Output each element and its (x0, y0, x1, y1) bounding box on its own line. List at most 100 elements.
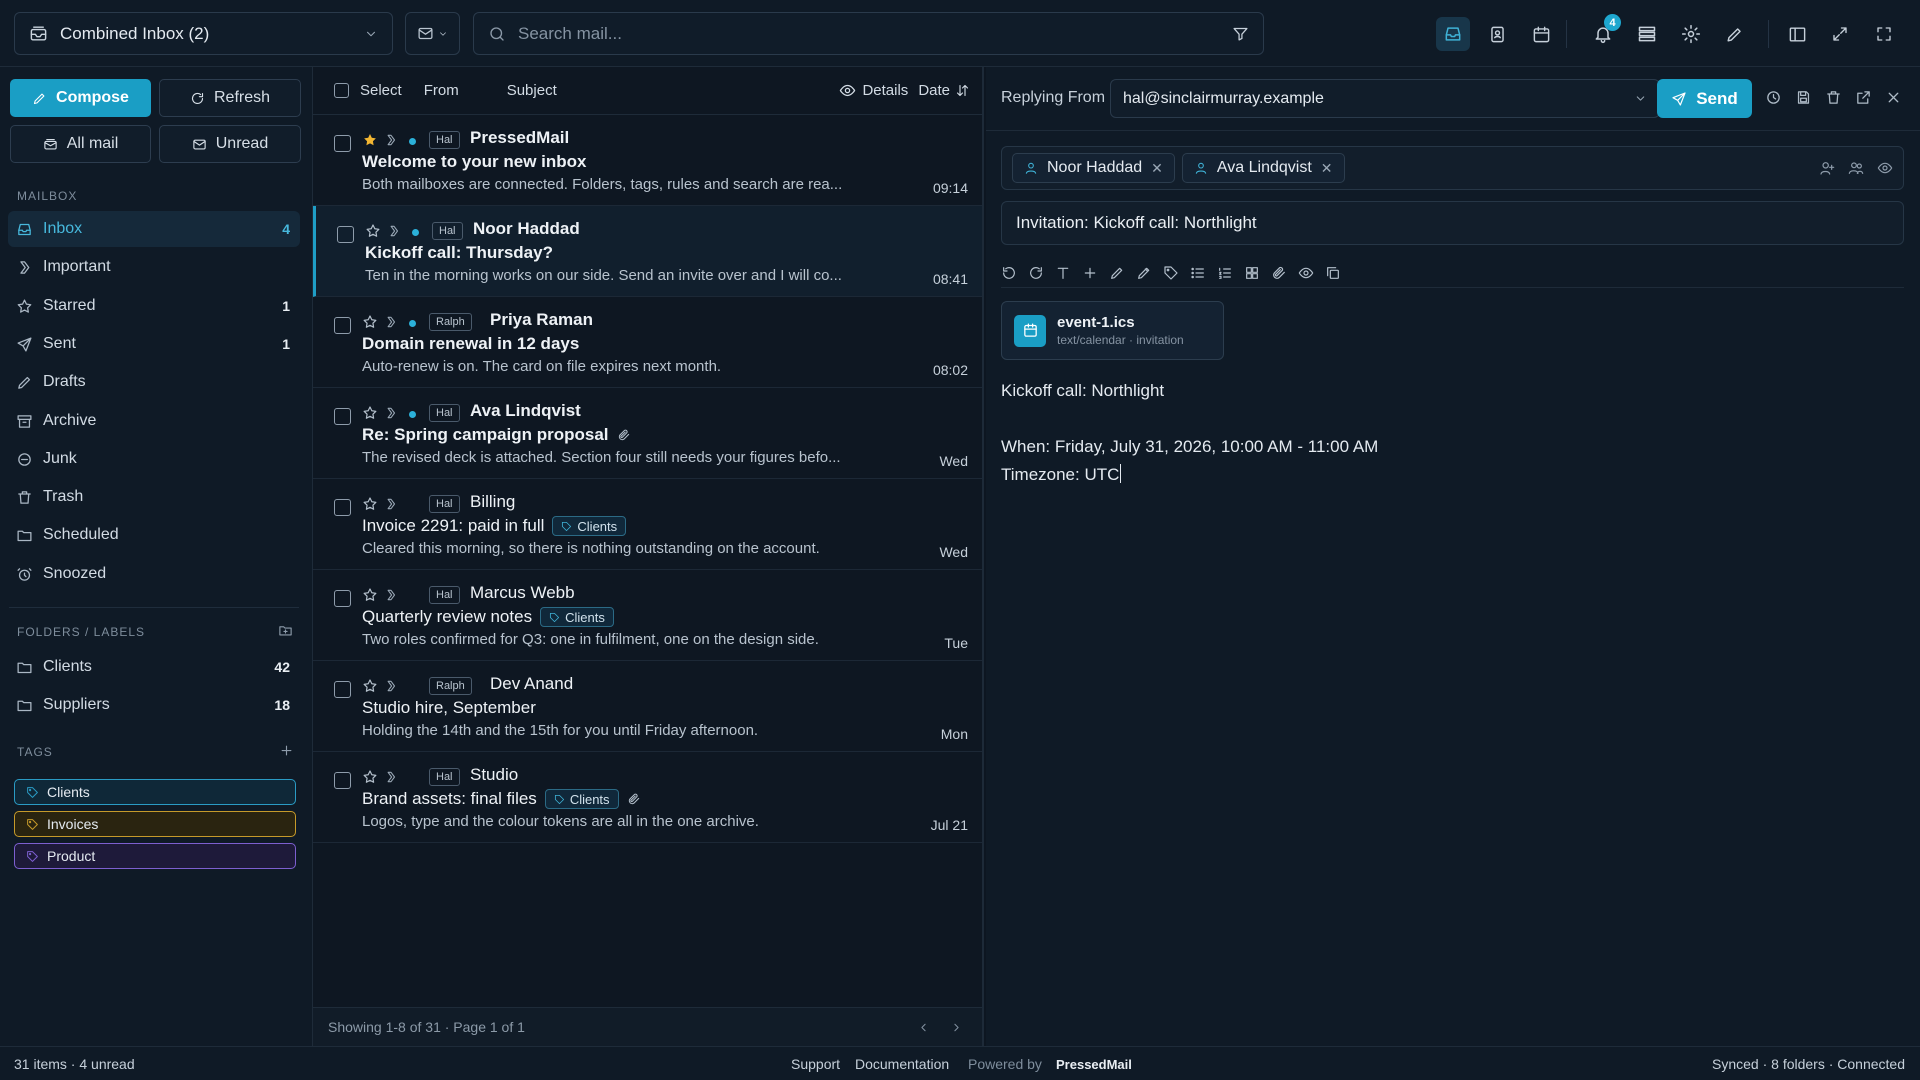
important-icon[interactable] (384, 315, 398, 329)
toggle-sidebar-button[interactable] (1780, 17, 1814, 51)
add-tag-icon[interactable] (279, 743, 294, 758)
table-row[interactable]: Hal Studio Brand assets: final files Client… (313, 752, 982, 843)
prev-page-icon[interactable] (917, 1021, 930, 1034)
discard-icon[interactable] (1825, 89, 1842, 106)
row-checkbox[interactable] (334, 135, 351, 152)
table-row[interactable]: Hal Noor Haddad Kickoff call: Thursday? Ten… (313, 206, 982, 297)
tag-clients[interactable]: Clients (14, 779, 296, 805)
all-mail-button[interactable]: All mail (10, 125, 151, 163)
from-address-select[interactable]: hal@sinclairmurray.example (1110, 79, 1660, 118)
pen-icon[interactable] (1109, 265, 1125, 281)
star-icon[interactable] (362, 314, 378, 330)
close-icon[interactable] (1885, 89, 1902, 106)
sidebar-item-drafts[interactable]: Drafts (8, 364, 300, 400)
label-chip[interactable]: Clients (544, 789, 619, 809)
highlight-icon[interactable] (1136, 265, 1152, 281)
notifications-button[interactable]: 4 (1586, 14, 1621, 51)
label-chip[interactable]: Clients (552, 516, 627, 536)
next-page-icon[interactable] (950, 1021, 963, 1034)
details-toggle[interactable]: Details (839, 82, 908, 99)
important-icon[interactable] (384, 497, 398, 511)
important-icon[interactable] (384, 406, 398, 420)
sidebar-item-starred[interactable]: Starred 1 (8, 288, 300, 324)
attachment-card[interactable]: event-1.ics text/calendar · invitation (1001, 301, 1224, 360)
row-checkbox[interactable] (334, 590, 351, 607)
star-icon[interactable] (362, 405, 378, 421)
attach-icon[interactable] (1271, 265, 1287, 281)
sidebar-item-inbox[interactable]: Inbox 4 (8, 211, 300, 247)
numbered-list-icon[interactable] (1217, 265, 1233, 281)
contacts-button[interactable] (1480, 17, 1514, 51)
layout-button[interactable] (1630, 17, 1664, 51)
new-folder-icon[interactable] (278, 623, 293, 638)
mail-type-dropdown[interactable] (405, 12, 460, 55)
redo-icon[interactable] (1028, 265, 1044, 281)
add-bcc-icon[interactable] (1848, 160, 1864, 176)
sidebar-item-snoozed[interactable]: Snoozed (8, 556, 300, 592)
filter-icon[interactable] (1232, 25, 1249, 42)
save-draft-icon[interactable] (1795, 89, 1812, 106)
text-format-icon[interactable] (1055, 265, 1071, 281)
table-row[interactable]: Hal Billing Invoice 2291: paid in full Clie… (313, 479, 982, 570)
message-body[interactable]: Kickoff call: Northlight When: Friday, J… (1001, 377, 1378, 489)
table-row[interactable]: Hal Marcus Webb Quarterly review notes Clie… (313, 570, 982, 661)
undo-icon[interactable] (1001, 265, 1017, 281)
search-input[interactable] (518, 23, 1232, 44)
row-checkbox[interactable] (334, 499, 351, 516)
recipient-chip[interactable]: Ava Lindqvist ✕ (1181, 153, 1345, 183)
calendar-button[interactable] (1524, 17, 1558, 51)
bullet-list-icon[interactable] (1190, 265, 1206, 281)
compose-button[interactable]: Compose (10, 79, 151, 117)
recipient-chip[interactable]: Noor Haddad ✕ (1012, 153, 1175, 183)
expand-button[interactable] (1823, 17, 1857, 51)
mail-view-button[interactable] (1436, 17, 1470, 51)
copy-icon[interactable] (1325, 265, 1341, 281)
brand-link[interactable]: PressedMail (1056, 1057, 1132, 1072)
plus-icon[interactable] (1082, 265, 1098, 281)
star-icon[interactable] (362, 769, 378, 785)
tag-invoices[interactable]: Invoices (14, 811, 296, 837)
support-link[interactable]: Support (791, 1056, 840, 1072)
schedule-send-icon[interactable] (1765, 89, 1782, 106)
sidebar-item-important[interactable]: Important (8, 249, 300, 285)
table-row[interactable]: Ralph Priya Raman Domain renewal in 12 day… (313, 297, 982, 388)
subject-column-header[interactable]: Subject (507, 82, 557, 99)
preview-icon[interactable] (1298, 265, 1314, 281)
table-row[interactable]: Hal Ava Lindqvist Re: Spring campaign prop… (313, 388, 982, 479)
star-icon[interactable] (362, 132, 378, 148)
row-checkbox[interactable] (334, 408, 351, 425)
sidebar-item-archive[interactable]: Archive (8, 403, 300, 439)
date-sort-toggle[interactable]: Date (918, 82, 970, 99)
sidebar-item-sent[interactable]: Sent 1 (8, 326, 300, 362)
remove-recipient-icon[interactable]: ✕ (1321, 160, 1333, 177)
important-icon[interactable] (384, 588, 398, 602)
add-cc-icon[interactable] (1819, 160, 1835, 176)
recipients-field[interactable]: Noor Haddad ✕ Ava Lindqvist ✕ (1001, 146, 1904, 190)
table-row[interactable]: Hal PressedMail Welcome to your new inbox B… (313, 115, 982, 206)
important-icon[interactable] (384, 133, 398, 147)
refresh-button[interactable]: Refresh (159, 79, 301, 117)
star-icon[interactable] (365, 223, 381, 239)
edit-button[interactable] (1717, 17, 1751, 51)
sidebar-item-suppliers-folder[interactable]: Suppliers 18 (8, 687, 300, 723)
star-icon[interactable] (362, 496, 378, 512)
tag-product[interactable]: Product (14, 843, 296, 869)
documentation-link[interactable]: Documentation (855, 1056, 949, 1072)
subject-field[interactable]: Invitation: Kickoff call: Northlight (1001, 201, 1904, 245)
row-checkbox[interactable] (334, 681, 351, 698)
important-icon[interactable] (384, 770, 398, 784)
sidebar-item-scheduled[interactable]: Scheduled (8, 517, 300, 553)
row-checkbox[interactable] (334, 772, 351, 789)
grid-icon[interactable] (1244, 265, 1260, 281)
row-checkbox[interactable] (337, 226, 354, 243)
sidebar-item-clients-folder[interactable]: Clients 42 (8, 649, 300, 685)
important-icon[interactable] (384, 679, 398, 693)
from-column-header[interactable]: From (424, 82, 459, 99)
sidebar-item-junk[interactable]: Junk (8, 441, 300, 477)
label-chip[interactable]: Clients (540, 607, 614, 627)
star-icon[interactable] (362, 587, 378, 603)
eye-icon[interactable] (1877, 160, 1893, 176)
sidebar-item-trash[interactable]: Trash (8, 479, 300, 515)
settings-button[interactable] (1674, 17, 1708, 51)
select-all-checkbox[interactable] (334, 83, 349, 98)
